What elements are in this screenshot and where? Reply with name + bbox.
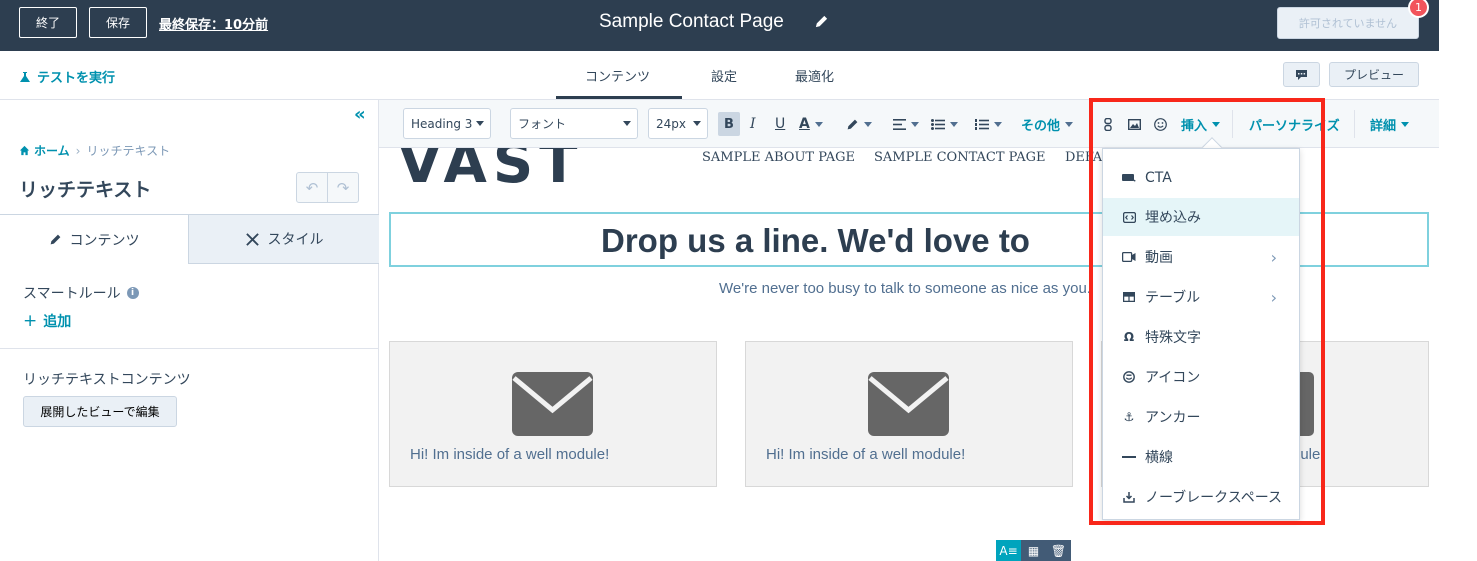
align-button[interactable] (893, 112, 919, 136)
italic-button[interactable]: I (750, 112, 756, 136)
font-select-value: フォント (518, 117, 567, 131)
collapse-panel-icon[interactable]: « (354, 104, 366, 125)
align-left-icon (893, 118, 906, 130)
numbered-list-icon (975, 118, 989, 130)
text-color-button[interactable]: A (799, 112, 823, 136)
undo-redo-group: ↶ ↷ (296, 172, 359, 203)
tab-settings[interactable]: 設定 (711, 66, 737, 85)
panel-tab-style-label: スタイル (267, 232, 324, 248)
last-saved-link[interactable]: 最終保存：10分前 (159, 14, 268, 33)
bullet-list-icon (931, 118, 945, 130)
highlight-annotation-box (1089, 98, 1325, 525)
bold-button[interactable]: B (718, 112, 740, 136)
tab-optimize[interactable]: 最適化 (795, 66, 834, 85)
font-size-select[interactable]: 24px (648, 108, 708, 139)
smart-rules: スマートルール i (23, 283, 139, 303)
info-icon[interactable]: i (126, 287, 139, 299)
panel-tab-style[interactable]: スタイル (189, 214, 379, 264)
permission-button[interactable]: 許可されていません (1277, 7, 1419, 39)
left-panel: « ホーム › リッチテキスト リッチテキスト ↶ ↷ コンテンツ スタイル ス… (0, 100, 379, 561)
text-color-icon: A (799, 116, 810, 132)
well-text: Hi! Im inside of a well module! (766, 446, 966, 463)
save-button[interactable]: 保存 (89, 7, 147, 38)
heading-select-value: Heading 3 (411, 116, 473, 131)
delete-module-icon[interactable]: 🗑 (1046, 540, 1071, 561)
nav-link-about[interactable]: SAMPLE ABOUT PAGE (702, 150, 855, 165)
top-bar: 終了 保存 最終保存：10分前 Sample Contact Page 許可され… (0, 0, 1439, 51)
more-label: その他 (1021, 119, 1061, 134)
pencil-icon (50, 234, 60, 245)
comment-icon (1296, 69, 1307, 80)
notification-badge: 1 (1408, 0, 1429, 18)
underline-button[interactable]: U (775, 112, 785, 136)
flask-icon (20, 71, 30, 82)
rich-text-content-label: リッチテキストコンテンツ (23, 372, 191, 388)
edit-module-icon[interactable]: A≡ (996, 540, 1021, 561)
redo-icon[interactable]: ↷ (327, 173, 358, 202)
page-title: Sample Contact Page (599, 11, 784, 32)
breadcrumb-home[interactable]: ホーム (19, 142, 70, 159)
sub-bar: テストを実行 コンテンツ 設定 最適化 プレビュー (0, 51, 1439, 100)
home-icon (19, 145, 30, 156)
add-smart-rule-button[interactable]: + 追加 (23, 311, 71, 331)
font-size-value: 24px (656, 116, 686, 131)
site-logo: VAST (398, 148, 584, 196)
active-tab-indicator (556, 96, 682, 99)
breadcrumb-current: リッチテキスト (86, 144, 171, 158)
tools-icon (245, 232, 259, 246)
nav-link-contact[interactable]: SAMPLE CONTACT PAGE (874, 150, 1046, 165)
panel-title: リッチテキスト (19, 179, 152, 201)
run-test-label: テストを実行 (37, 71, 116, 86)
undo-icon[interactable]: ↶ (297, 173, 327, 202)
expand-editor-button[interactable]: 展開したビューで編集 (23, 396, 177, 427)
envelope-icon (512, 372, 593, 436)
headline[interactable]: Drop us a line. We'd love to (601, 222, 1030, 260)
well-module[interactable]: Hi! Im inside of a well module! (389, 341, 717, 487)
breadcrumb-home-label: ホーム (34, 144, 70, 158)
panel-tab-content[interactable]: コンテンツ (0, 214, 189, 264)
numbered-list-button[interactable] (975, 112, 1002, 136)
highlighter-icon (847, 119, 858, 129)
panel-tab-content-label: コンテンツ (69, 232, 140, 249)
exit-button[interactable]: 終了 (19, 7, 77, 38)
breadcrumb: ホーム › リッチテキスト (19, 142, 170, 159)
subheading[interactable]: We're never too busy to talk to someone … (719, 280, 1091, 297)
run-test-button[interactable]: テストを実行 (19, 67, 115, 86)
plus-icon: + (23, 311, 38, 331)
heading-select[interactable]: Heading 3 (403, 108, 491, 139)
layout-module-icon[interactable]: ▦ (1021, 540, 1046, 561)
toolbar-separator (1354, 110, 1355, 138)
details-menu[interactable]: 詳細 (1370, 115, 1410, 134)
add-label: 追加 (43, 314, 72, 330)
divider (0, 348, 379, 349)
well-text: Hi! Im inside of a well module! (410, 446, 610, 463)
bullet-list-button[interactable] (931, 112, 958, 136)
details-label: 詳細 (1370, 119, 1397, 134)
well-module[interactable]: Hi! Im inside of a well module! (745, 341, 1073, 487)
preview-button[interactable]: プレビュー (1329, 62, 1419, 87)
highlight-button[interactable] (846, 112, 872, 136)
comment-button[interactable] (1283, 62, 1320, 87)
breadcrumb-separator: › (75, 143, 81, 158)
edit-title-icon[interactable] (814, 14, 829, 33)
envelope-icon (868, 372, 949, 436)
smart-rules-label: スマートルール (23, 286, 121, 302)
more-menu[interactable]: その他 (1021, 115, 1074, 134)
font-select[interactable]: フォント (510, 108, 638, 139)
tab-content[interactable]: コンテンツ (585, 66, 650, 85)
module-action-bar: A≡ ▦ 🗑 (996, 540, 1071, 561)
